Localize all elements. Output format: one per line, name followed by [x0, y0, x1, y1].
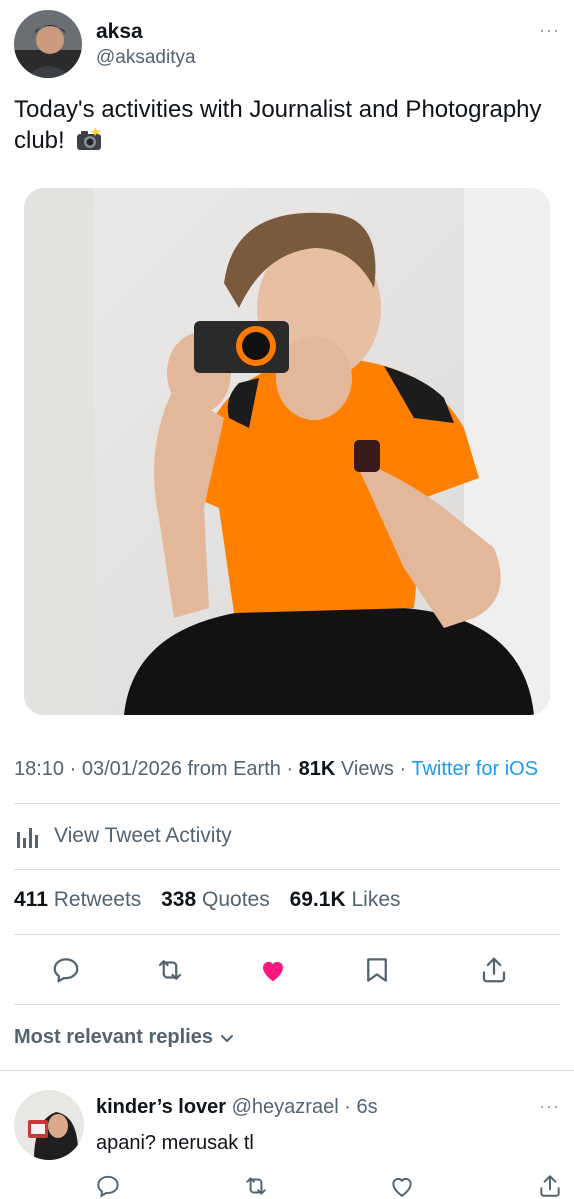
reply-reply-button[interactable]: [88, 1166, 128, 1199]
more-options-icon[interactable]: ···: [539, 20, 560, 41]
chevron-down-icon: [220, 1034, 233, 1042]
reply-icon: [53, 958, 79, 983]
meta-separator: ·: [344, 1096, 351, 1118]
reply-share-button[interactable]: [530, 1166, 570, 1199]
reply-retweet-button[interactable]: [236, 1166, 276, 1199]
reply-time[interactable]: 6s: [356, 1096, 377, 1118]
view-tweet-activity-label: View Tweet Activity: [54, 824, 232, 847]
share-button[interactable]: [474, 950, 514, 990]
meta-separator: ·: [399, 758, 412, 780]
retweet-button[interactable]: [150, 950, 190, 990]
bookmark-button[interactable]: [357, 950, 397, 990]
quotes-stat[interactable]: 338 Quotes: [161, 888, 270, 911]
author-handle[interactable]: @aksaditya: [96, 47, 196, 69]
tweet-source-link[interactable]: Twitter for iOS: [411, 758, 538, 780]
views-label: Views: [340, 758, 394, 780]
retweet-icon: [246, 1177, 266, 1195]
likes-label: Likes: [351, 888, 401, 911]
divider: [14, 934, 560, 935]
divider: [14, 803, 560, 804]
tweet-text: Today's activities with Journalist and P…: [14, 94, 554, 160]
reply-like-button[interactable]: [382, 1166, 422, 1199]
likes-stat[interactable]: 69.1K Likes: [290, 888, 401, 911]
reply-author-handle[interactable]: @heyazrael: [232, 1096, 339, 1118]
reply-header: kinder’s lover @heyazrael · 6s: [96, 1096, 378, 1119]
share-icon: [540, 1175, 560, 1197]
quotes-count: 338: [161, 888, 197, 911]
retweets-stat[interactable]: 411 Retweets: [14, 888, 141, 911]
divider: [0, 1070, 574, 1071]
meta-separator: ·: [69, 758, 82, 780]
author-avatar[interactable]: [14, 10, 82, 78]
author-display-name[interactable]: aksa: [96, 20, 143, 44]
retweets-count: 411: [14, 888, 48, 911]
like-button[interactable]: [253, 950, 293, 990]
reply-author-avatar[interactable]: [14, 1090, 84, 1160]
view-tweet-activity-button[interactable]: View Tweet Activity: [14, 820, 232, 852]
quotes-label: Quotes: [202, 888, 270, 911]
meta-separator: ·: [286, 758, 299, 780]
reply-button[interactable]: [46, 950, 86, 990]
share-icon: [482, 957, 506, 983]
divider: [14, 1004, 560, 1005]
replies-sort-label: Most relevant replies: [14, 1026, 213, 1048]
retweets-label: Retweets: [53, 888, 142, 911]
heart-outline-icon: [392, 1178, 412, 1197]
tweet-location: from Earth: [187, 758, 281, 780]
analytics-icon: [17, 828, 38, 848]
likes-count: 69.1K: [289, 888, 346, 911]
divider: [14, 869, 560, 870]
tweet-meta: 18:10 · 03/01/2026 from Earth · 81K View…: [14, 758, 538, 781]
tweet-photo[interactable]: [24, 188, 550, 715]
views-count: 81K: [298, 758, 336, 780]
reply-author-name[interactable]: kinder’s lover: [96, 1096, 226, 1118]
reply-text: apani? merusak tl: [96, 1132, 254, 1154]
retweet-icon: [158, 960, 182, 980]
camera-with-flash-icon: [75, 126, 103, 160]
tweet-stats: 411 Retweets 338 Quotes 69.1K Likes: [14, 888, 415, 912]
tweet-date: 03/01/2026: [81, 758, 182, 780]
reply-icon: [97, 1175, 119, 1198]
tweet-time: 18:10: [14, 758, 65, 780]
bookmark-icon: [367, 958, 387, 982]
like-icon: [263, 961, 283, 982]
replies-sort-dropdown[interactable]: Most relevant replies: [14, 1026, 235, 1049]
reply-more-options-icon[interactable]: ···: [539, 1096, 560, 1117]
